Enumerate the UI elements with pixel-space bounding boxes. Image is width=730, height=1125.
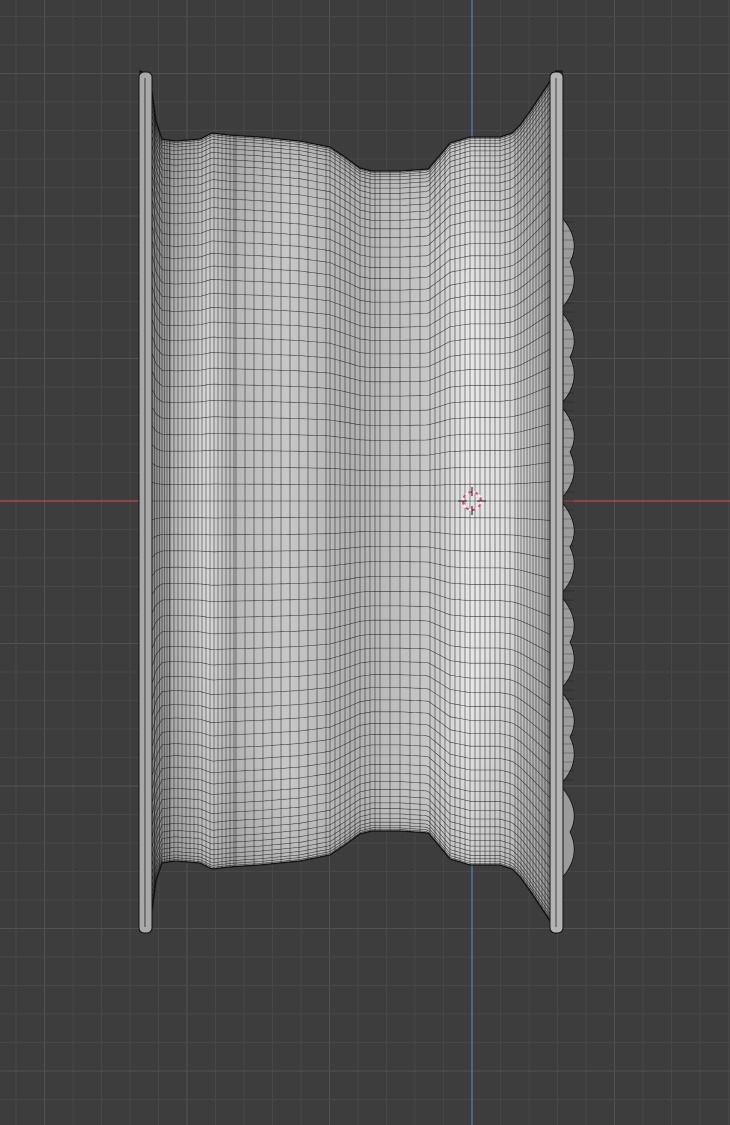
rim-mesh[interactable]	[138, 70, 575, 934]
rim-flange-left	[138, 71, 153, 934]
3d-viewport[interactable]	[0, 0, 730, 1125]
rim-flange-right	[549, 71, 564, 934]
viewport-canvas[interactable]	[0, 0, 730, 1125]
